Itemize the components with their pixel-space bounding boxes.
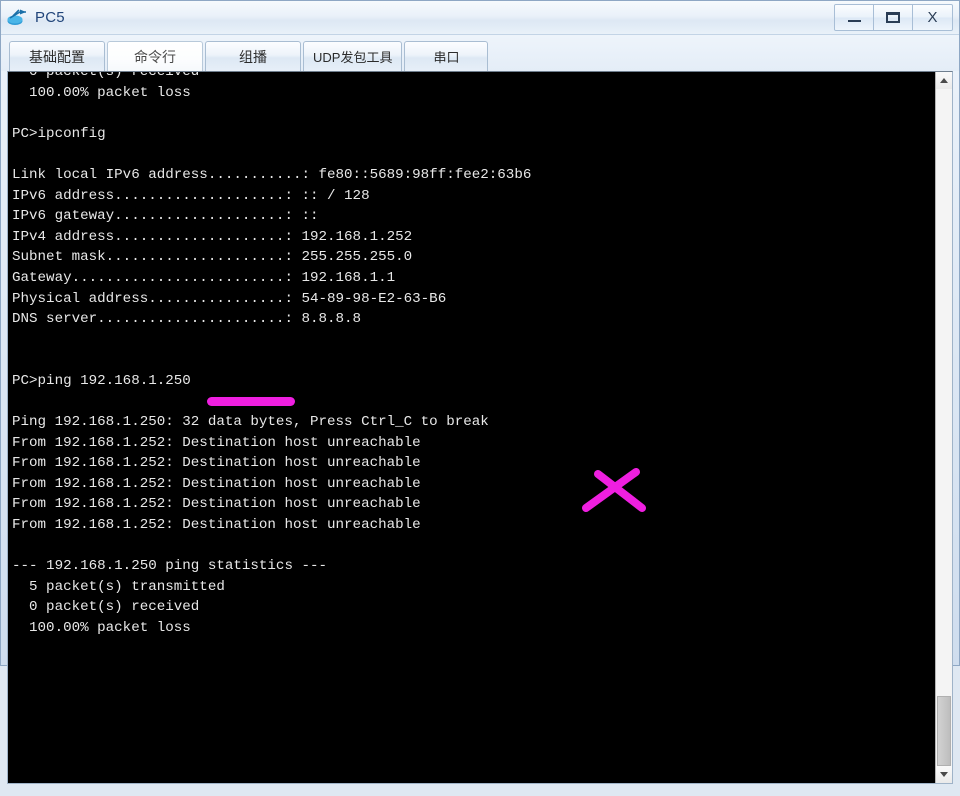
terminal-line: DNS server......................: 8.8.8.… [12, 311, 362, 328]
tab-label: UDP发包工具 [313, 50, 393, 65]
tab-strip: 基础配置 命令行 组播 UDP发包工具 串口 [1, 35, 959, 71]
terminal-output[interactable]: 0 packet(s) received 100.00% packet loss… [8, 72, 935, 783]
terminal-line: 0 packet(s) received [12, 599, 200, 616]
terminal-line: 100.00% packet loss [12, 620, 191, 637]
window-title: PC5 [35, 9, 65, 26]
terminal-line: Physical address................: 54-89-… [12, 290, 447, 307]
tab-label: 基础配置 [29, 48, 85, 65]
tab-label: 串口 [433, 50, 460, 65]
tab-basic-config[interactable]: 基础配置 [9, 41, 105, 71]
tab-command-line[interactable]: 命令行 [107, 41, 203, 71]
terminal-line: From 192.168.1.252: Destination host unr… [12, 434, 421, 451]
terminal-line: 100.00% packet loss [12, 84, 191, 101]
close-button[interactable]: X [913, 5, 952, 30]
scroll-down-arrow-icon [940, 771, 948, 777]
close-icon: X [927, 9, 938, 26]
terminal-line: From 192.168.1.252: Destination host unr… [12, 475, 421, 492]
pc-device-icon [7, 7, 29, 29]
terminal-line: PC>ping 192.168.1.250 [12, 372, 191, 389]
terminal-line: IPv6 gateway....................: :: [12, 208, 319, 225]
terminal-line: Subnet mask.....................: 255.25… [12, 249, 413, 266]
terminal-line: Link local IPv6 address...........: fe80… [12, 166, 532, 183]
terminal-line: From 192.168.1.252: Destination host unr… [12, 455, 421, 472]
maximize-button[interactable] [874, 5, 913, 30]
terminal-line: 0 packet(s) received [12, 72, 200, 80]
tab-udp-tool[interactable]: UDP发包工具 [303, 41, 403, 71]
tab-serial-port[interactable]: 串口 [404, 41, 489, 71]
tab-label: 组播 [239, 48, 267, 65]
terminal-line: From 192.168.1.252: Destination host unr… [12, 517, 421, 534]
scroll-up-button[interactable] [936, 72, 952, 89]
content-area: 0 packet(s) received 100.00% packet loss… [1, 71, 959, 796]
pc5-window: PC5 X 基础配置 命令行 组播 UDP发包工具 串口 0 packet(s)… [0, 0, 960, 784]
window-controls: X [834, 4, 953, 31]
terminal-line: From 192.168.1.252: Destination host unr… [12, 496, 421, 513]
window-titlebar: PC5 X [1, 1, 959, 35]
terminal-scrollbar[interactable] [935, 72, 952, 783]
terminal-line: 5 packet(s) transmitted [12, 578, 225, 595]
minimize-icon [847, 20, 861, 22]
tab-label: 命令行 [134, 48, 176, 65]
terminal-line: IPv6 address....................: :: / 1… [12, 187, 370, 204]
terminal-line: --- 192.168.1.250 ping statistics --- [12, 558, 328, 575]
terminal-panel: 0 packet(s) received 100.00% packet loss… [7, 71, 953, 784]
terminal-line: PC>ipconfig [12, 125, 106, 142]
terminal-line: Ping 192.168.1.250: 32 data bytes, Press… [12, 414, 489, 431]
maximize-icon [886, 12, 900, 23]
terminal-line: Gateway.........................: 192.16… [12, 269, 396, 286]
scroll-down-button[interactable] [936, 765, 952, 783]
scroll-up-arrow-icon [940, 78, 948, 83]
terminal-line: IPv4 address....................: 192.16… [12, 228, 413, 245]
scrollbar-track[interactable] [936, 89, 952, 766]
tab-multicast[interactable]: 组播 [205, 41, 301, 71]
scrollbar-thumb[interactable] [937, 695, 951, 766]
minimize-button[interactable] [835, 5, 874, 30]
